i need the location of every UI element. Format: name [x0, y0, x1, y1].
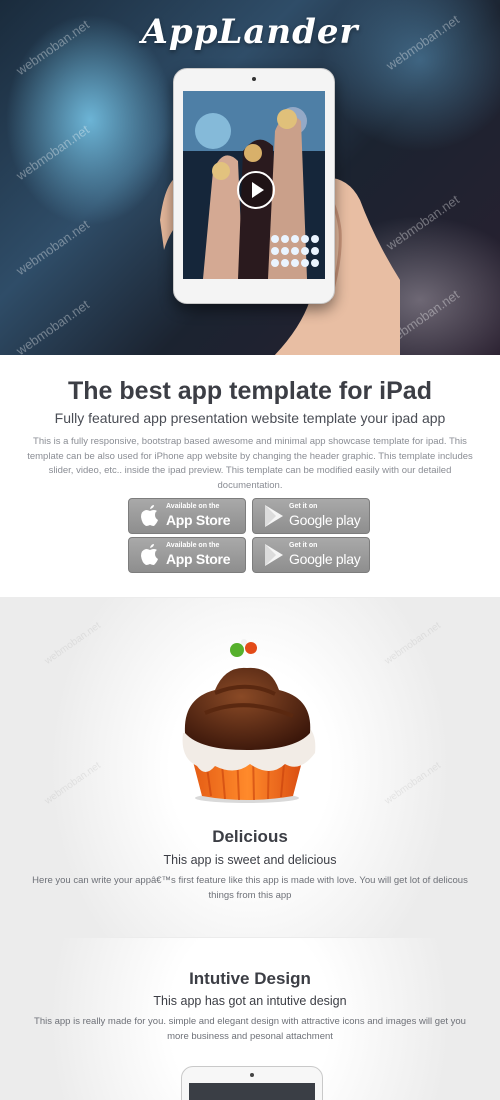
apple-icon — [141, 544, 158, 565]
brand-logo[interactable]: AppLander — [0, 12, 500, 52]
button-caption: Get it on — [289, 542, 318, 549]
google-play-icon — [265, 505, 283, 527]
intro-description: This is a fully responsive, bootstrap ba… — [27, 436, 473, 491]
google-play-button[interactable]: Get it on Google play — [252, 537, 370, 573]
ipad-image — [181, 1066, 323, 1100]
button-label: Google play — [289, 551, 361, 567]
app-store-button[interactable]: Available on the App Store — [128, 498, 246, 534]
feature-tagline: This app has got an intutive design — [153, 994, 347, 1008]
watermark: webmoban.net — [42, 760, 103, 807]
watermark: webmoban.net — [13, 216, 92, 279]
feature-title: Delicious — [212, 827, 288, 846]
apple-icon — [141, 505, 158, 526]
google-play-button[interactable]: Get it on Google play — [252, 498, 370, 534]
feature-section: webmoban.net webmoban.net webmoban.net w… — [0, 598, 500, 938]
feature-text: This app is really made for you. simple … — [34, 1016, 466, 1042]
button-caption: Available on the — [166, 503, 220, 510]
button-caption: Available on the — [166, 542, 220, 549]
watermark: webmoban.net — [382, 760, 443, 807]
intro-section: The best app template for iPad Fully fea… — [0, 355, 500, 597]
page-subtitle: Fully featured app presentation website … — [54, 410, 446, 426]
button-label: Google play — [289, 512, 361, 528]
play-icon[interactable] — [237, 171, 275, 209]
page-title: The best app template for iPad — [68, 377, 432, 405]
ipad-screen — [189, 1083, 315, 1100]
button-label: App Store — [166, 512, 231, 528]
cupcake-image — [182, 639, 316, 803]
watermark: webmoban.net — [13, 296, 92, 355]
watermark: webmoban.net — [42, 620, 103, 667]
button-caption: Get it on — [289, 503, 318, 510]
app-store-button[interactable]: Available on the App Store — [128, 537, 246, 573]
feature-title: Intutive Design — [189, 969, 311, 988]
feature-section: Intutive Design This app has got an intu… — [0, 938, 500, 1100]
watermark: webmoban.net — [13, 121, 92, 184]
camera-dot — [252, 77, 256, 81]
button-label: App Store — [166, 551, 231, 567]
video-preview[interactable] — [183, 91, 325, 279]
feature-text: Here you can write your appâ€™s first fe… — [32, 875, 468, 901]
camera-dot — [250, 1073, 254, 1077]
feature-tagline: This app is sweet and delicious — [163, 853, 337, 867]
watermark: webmoban.net — [382, 620, 443, 667]
hero-banner: webmoban.net webmoban.net webmoban.net w… — [0, 0, 500, 355]
ipad-mockup — [173, 68, 335, 304]
google-play-icon — [265, 544, 283, 566]
